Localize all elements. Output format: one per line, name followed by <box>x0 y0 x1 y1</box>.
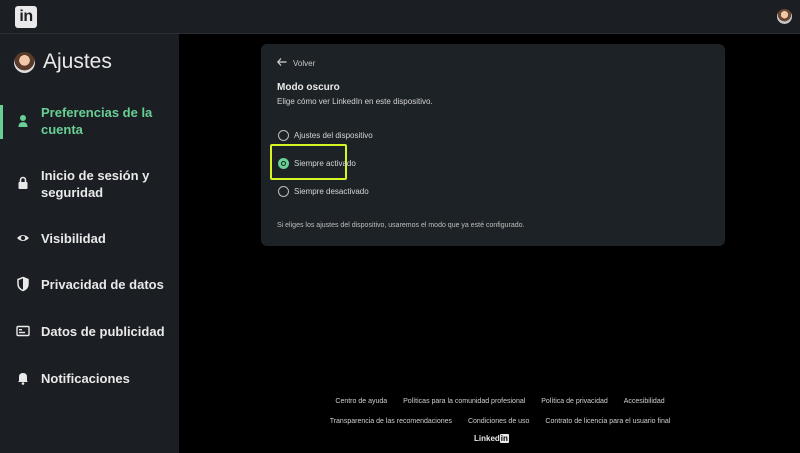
back-label: Volver <box>293 58 316 68</box>
sidebar-item-preferencias[interactable]: Preferencias de la cuenta <box>0 104 179 139</box>
section-description: Elige cómo ver LinkedIn en este disposit… <box>277 97 433 106</box>
sidebar-item-label: Notificaciones <box>41 371 130 386</box>
sidebar: Ajustes Preferencias de la cuenta Inicio… <box>0 34 179 453</box>
sidebar-item-label: Preferencias de la <box>41 105 153 120</box>
option-siempre-activado[interactable]: Siempre activado <box>278 155 356 171</box>
option-ajustes-dispositivo[interactable]: Ajustes del dispositivo <box>278 127 373 143</box>
footer-link-politicas[interactable]: Políticas para la comunidad profesional <box>403 398 525 405</box>
sidebar-item-notificaciones[interactable]: Notificaciones <box>0 370 179 387</box>
active-indicator <box>0 105 3 139</box>
footer-brand-in: in <box>499 434 509 443</box>
eye-icon <box>16 230 30 246</box>
option-siempre-desactivado[interactable]: Siempre desactivado <box>278 183 369 199</box>
top-bar: in <box>0 0 800 34</box>
footer-brand-word: Linked <box>474 434 500 443</box>
sidebar-item-label-line2: cuenta <box>41 122 83 137</box>
sidebar-item-seguridad[interactable]: Inicio de sesión y seguridad <box>0 167 179 201</box>
footer-linkedin-logo: Linkedin <box>474 434 509 443</box>
footer-link-privacidad[interactable]: Política de privacidad <box>541 398 608 405</box>
arrow-left-icon <box>276 58 287 68</box>
sidebar-item-privacidad[interactable]: Privacidad de datos <box>0 276 179 293</box>
sidebar-item-publicidad[interactable]: Datos de publicidad <box>0 323 179 340</box>
footer-link-condiciones[interactable]: Condiciones de uso <box>468 418 530 425</box>
sidebar-item-label: Privacidad de datos <box>41 277 164 292</box>
footer-row-1: Centro de ayuda Políticas para la comuni… <box>300 398 700 405</box>
back-button[interactable]: Volver <box>276 58 316 68</box>
section-title: Modo oscuro <box>277 82 340 93</box>
option-label: Ajustes del dispositivo <box>294 130 373 140</box>
radio-button[interactable] <box>278 129 289 141</box>
footer-row-2: Transparencia de las recomendaciones Con… <box>300 418 700 425</box>
footer-link-contrato[interactable]: Contrato de licencia para el usuario fin… <box>545 418 670 425</box>
sidebar-item-label-line2: seguridad <box>41 185 104 200</box>
radio-button[interactable] <box>278 185 289 197</box>
linkedin-logo-icon[interactable]: in <box>15 6 37 28</box>
bell-icon <box>16 370 30 386</box>
option-label: Siempre activado <box>294 158 356 168</box>
footer-link-transparencia[interactable]: Transparencia de las recomendaciones <box>330 418 452 425</box>
footer-link-accesibilidad[interactable]: Accesibilidad <box>624 398 665 405</box>
avatar[interactable] <box>777 9 792 24</box>
sidebar-item-label: Inicio de sesión y <box>41 168 150 183</box>
help-note: Si eliges los ajustes del dispositivo, u… <box>277 222 525 229</box>
radio-button-checked[interactable] <box>278 157 289 169</box>
dark-mode-card: Volver Modo oscuro Elige cómo ver Linked… <box>261 44 725 246</box>
sidebar-item-visibilidad[interactable]: Visibilidad <box>0 230 179 247</box>
profile-avatar[interactable] <box>14 52 35 73</box>
sidebar-item-label: Visibilidad <box>41 231 106 246</box>
person-icon <box>16 113 30 129</box>
option-label: Siempre desactivado <box>294 186 369 196</box>
card-icon <box>16 323 30 339</box>
lock-icon <box>16 175 30 191</box>
shield-icon <box>16 276 30 292</box>
footer-link-ayuda[interactable]: Centro de ayuda <box>335 398 387 405</box>
sidebar-title: Ajustes <box>43 50 112 73</box>
sidebar-item-label: Datos de publicidad <box>41 324 165 339</box>
